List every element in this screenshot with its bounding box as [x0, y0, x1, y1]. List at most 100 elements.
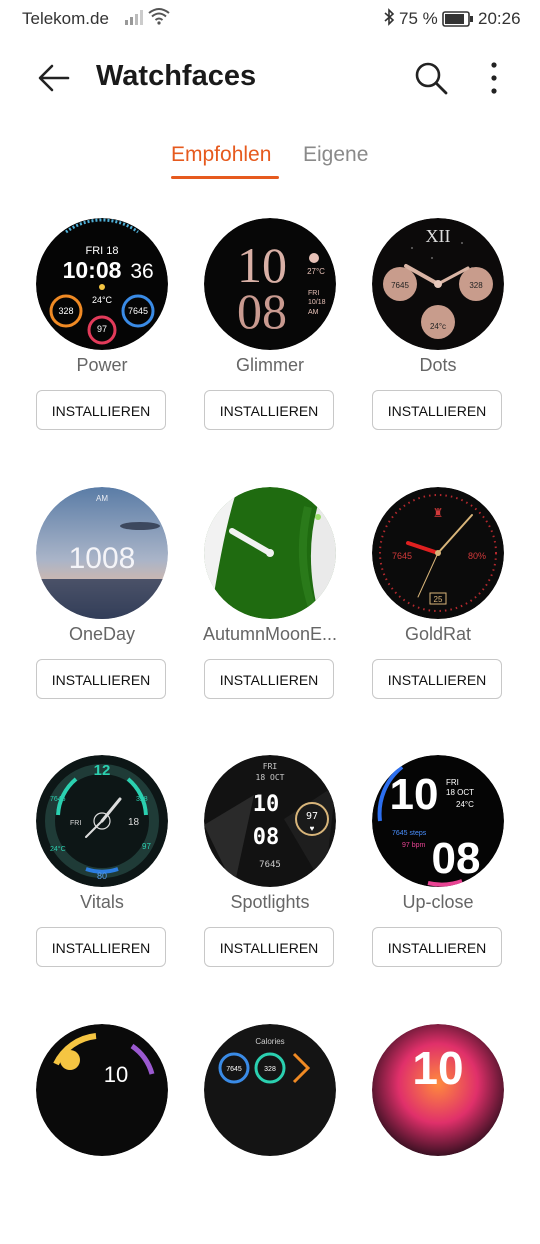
tab-own[interactable]: Eigene — [303, 143, 368, 167]
power-date: FRI 18 — [85, 245, 118, 257]
power-temp: 24°C — [92, 295, 113, 305]
install-button[interactable]: INSTALLIEREN — [204, 659, 334, 699]
watchface-preview-autumnmoon[interactable] — [204, 487, 336, 619]
oneday-ampm: AM — [96, 494, 108, 503]
watchface-name: GoldRat — [404, 624, 472, 644]
watchface-preview-upclose[interactable]: 10 08 FRI 18 OCT 24°C 7645 steps 97 bpm — [372, 755, 504, 887]
goldrat-left: 7645 — [392, 551, 412, 561]
watchface-preview-gradient[interactable]: 10 — [372, 1024, 504, 1156]
watchface-preview-goldrat[interactable]: ♜ 7645 80% 25 — [372, 487, 504, 619]
watchface-preview-spotlights[interactable]: FRI 18 OCT 10 08 97 ♥ 7645 — [204, 755, 336, 887]
watchface-card: 10 08 FRI 18 OCT 24°C 7645 steps 97 bpm … — [336, 755, 504, 975]
vitals-hour: 12 — [94, 762, 111, 779]
install-button[interactable]: INSTALLIEREN — [204, 927, 334, 967]
calories-right: 328 — [264, 1066, 276, 1073]
watchface-card: ♜ 7645 80% 25 GoldRat INSTALLIEREN — [336, 487, 504, 707]
watchface-preview-partial[interactable]: 10 — [36, 1024, 168, 1156]
wifi-icon — [148, 8, 170, 25]
install-button[interactable]: INSTALLIEREN — [36, 390, 166, 430]
install-button[interactable]: INSTALLIEREN — [36, 659, 166, 699]
clock: 20:26 — [478, 9, 521, 28]
glimmer-date: 10/18 — [308, 299, 326, 306]
glimmer-temp: 27°C — [307, 267, 325, 276]
install-button[interactable]: INSTALLIEREN — [372, 390, 502, 430]
watchface-card: Calories 7645 328 — [168, 1024, 336, 1244]
vitals-temp: 24°C — [50, 845, 66, 853]
glimmer-minute: 08 — [237, 283, 287, 339]
calories-title: Calories — [255, 1037, 284, 1046]
watchface-card: 10 — [0, 1024, 168, 1244]
install-button[interactable]: INSTALLIEREN — [372, 659, 502, 699]
dots-bottom: 24°c — [430, 322, 446, 331]
spotlights-minute: 08 — [253, 825, 280, 850]
gradient-time: 10 — [412, 1042, 463, 1094]
tab-active-indicator — [171, 176, 279, 179]
watchface-card: AutumnMoonE... INSTALLIEREN — [168, 487, 337, 707]
tab-recommended[interactable]: Empfohlen — [171, 143, 271, 167]
install-button[interactable]: INSTALLIEREN — [36, 927, 166, 967]
upclose-minute: 08 — [432, 834, 481, 883]
power-seconds: 36 — [130, 260, 153, 283]
back-arrow-icon[interactable] — [36, 60, 72, 96]
vitals-value: 97 — [142, 842, 151, 851]
vitals-left: 7645 — [50, 796, 66, 803]
watchface-preview-oneday[interactable]: AM 1008 — [36, 487, 168, 619]
dots-right: 328 — [469, 281, 483, 290]
install-button[interactable]: INSTALLIEREN — [204, 390, 334, 430]
glimmer-day: FRI — [308, 290, 319, 297]
watchface-card: 12 7645 328 FRI 18 24°C 97 80 Vitals INS… — [0, 755, 168, 975]
install-button[interactable]: INSTALLIEREN — [372, 927, 502, 967]
svg-text:♜: ♜ — [433, 506, 444, 520]
oneday-time: 1008 — [69, 542, 136, 575]
upclose-bpm: 97 bpm — [402, 842, 426, 849]
battery-icon — [442, 11, 473, 27]
spotlights-heart: 97 — [306, 811, 318, 822]
more-options-icon[interactable] — [480, 60, 508, 96]
spotlights-date: 18 OCT — [256, 773, 285, 782]
power-left: 328 — [58, 306, 73, 316]
watchface-preview-vitals[interactable]: 12 7645 328 FRI 18 24°C 97 80 — [36, 755, 168, 887]
upclose-steps: 7645 steps — [392, 830, 427, 837]
upclose-day: FRI — [446, 778, 459, 787]
vitals-right: 328 — [136, 796, 148, 803]
power-right: 7645 — [128, 306, 148, 316]
watchface-preview-glimmer[interactable]: 10 08 27°C FRI 10/18 AM — [204, 218, 336, 350]
watchface-name: Up-close — [402, 892, 474, 912]
watchface-preview-dots[interactable]: XII 7645 328 24°c — [372, 218, 504, 350]
dots-left: 7645 — [391, 281, 409, 290]
svg-text:♥: ♥ — [310, 824, 315, 833]
carrier-label: Telekom.de — [22, 9, 109, 28]
upclose-date: 18 OCT — [446, 788, 474, 797]
goldrat-date: 25 — [434, 595, 443, 604]
goldrat-right: 80% — [468, 551, 486, 561]
spotlights-day: FRI — [263, 762, 278, 771]
watchface-preview-calories[interactable]: Calories 7645 328 — [204, 1024, 336, 1156]
watchface-card: AM 1008 OneDay INSTALLIEREN — [0, 487, 168, 707]
watchface-card: FRI 18 OCT 10 08 97 ♥ 7645 Spotlights IN… — [168, 755, 336, 975]
calories-left: 7645 — [226, 1066, 242, 1073]
vitals-bottom: 80 — [97, 871, 107, 881]
status-bar: Telekom.de 75 % 20:26 — [0, 0, 540, 36]
glimmer-ampm: AM — [308, 309, 319, 316]
page-title: Watchfaces — [96, 60, 257, 92]
search-icon[interactable] — [413, 60, 449, 96]
watchface-preview-power[interactable]: FRI 18 10:08 36 24°C 328 7645 97 — [36, 218, 168, 350]
spotlights-hour: 10 — [253, 792, 280, 817]
watchface-card: 10 — [336, 1024, 504, 1244]
upclose-hour: 10 — [390, 770, 439, 819]
spotlights-steps: 7645 — [259, 860, 281, 870]
signal-icon — [125, 10, 143, 25]
svg-text:XII: XII — [426, 226, 451, 246]
watchface-card: FRI 18 10:08 36 24°C 328 7645 97 Power I… — [0, 218, 168, 438]
partial-time: 10 — [104, 1062, 128, 1087]
vitals-day: FRI — [70, 820, 81, 827]
watchface-card: 10 08 27°C FRI 10/18 AM Glimmer INSTALLI… — [168, 218, 336, 438]
bluetooth-icon — [384, 8, 395, 26]
vitals-date: 18 — [128, 817, 140, 828]
upclose-temp: 24°C — [456, 800, 474, 809]
power-bottom: 97 — [97, 324, 107, 334]
battery-percent: 75 % — [399, 9, 438, 28]
watchface-name: Dots — [419, 355, 457, 375]
power-time: 10:08 — [63, 257, 122, 283]
watchface-card: XII 7645 328 24°c Dots INSTALLIEREN — [336, 218, 504, 438]
